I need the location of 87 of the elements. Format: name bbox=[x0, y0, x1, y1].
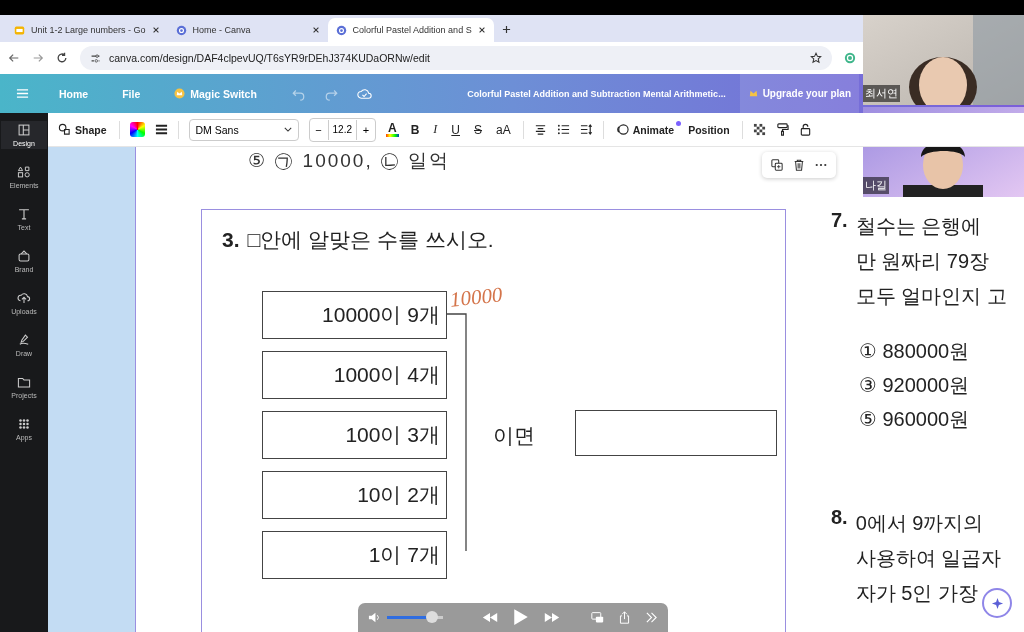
sparkle-icon bbox=[990, 596, 1004, 610]
caret-icon bbox=[283, 127, 292, 132]
elements-icon bbox=[17, 165, 31, 179]
notification-dot bbox=[676, 121, 682, 126]
fast-forward-icon[interactable] bbox=[543, 610, 561, 624]
increase-size-button[interactable]: + bbox=[357, 123, 375, 136]
align-icon[interactable] bbox=[533, 123, 547, 136]
crown-icon bbox=[174, 88, 186, 99]
address-bar[interactable]: canva.com/design/DAF4clpevUQ/T6sYR9rDEhJ374KUDaORNw/edit bbox=[80, 46, 832, 70]
bullet-list-icon[interactable] bbox=[556, 123, 570, 136]
site-settings-icon[interactable] bbox=[90, 52, 101, 64]
question-text: 모두 얼마인지 고 bbox=[855, 284, 1007, 309]
paint-roller-icon[interactable] bbox=[775, 123, 789, 136]
apps-icon bbox=[17, 417, 31, 431]
shape-icon bbox=[58, 123, 71, 136]
browser-tab[interactable]: Home - Canva bbox=[167, 18, 328, 42]
answer-option: ⑤ 960000원 bbox=[859, 402, 970, 436]
forward-icon[interactable] bbox=[32, 52, 44, 64]
close-icon[interactable] bbox=[151, 26, 160, 34]
animate-button[interactable]: Animate bbox=[613, 121, 677, 138]
font-dropdown[interactable]: DM Sans bbox=[188, 118, 299, 141]
question-text: 0에서 9까지의 bbox=[855, 511, 984, 536]
cloud-check-icon[interactable] bbox=[356, 86, 372, 101]
design-icon bbox=[17, 123, 31, 137]
format-button[interactable]: U bbox=[449, 122, 462, 137]
number-box: 1이 7개 bbox=[262, 531, 447, 579]
participant-name: 나길 bbox=[863, 177, 889, 194]
text-color-button[interactable]: A bbox=[386, 122, 399, 137]
font-size-field[interactable]: 12.2 bbox=[327, 119, 357, 140]
color-swatch[interactable] bbox=[129, 122, 145, 137]
share-icon[interactable] bbox=[618, 610, 631, 624]
question-number: 7. bbox=[831, 209, 848, 233]
question-number: 3. bbox=[222, 228, 240, 252]
question-number: 8. bbox=[831, 506, 848, 530]
format-button[interactable]: I bbox=[431, 122, 440, 137]
projects-icon bbox=[17, 375, 31, 389]
question-text: 사용하여 일곱자 bbox=[855, 546, 1002, 571]
more-chevrons-icon[interactable] bbox=[645, 610, 658, 624]
new-tab-icon[interactable] bbox=[501, 25, 511, 34]
crown-icon bbox=[747, 88, 759, 99]
shape-button[interactable]: Shape bbox=[56, 121, 109, 138]
question-text: 자가 5인 가장 bbox=[855, 581, 978, 606]
participant-name: 최서연 bbox=[863, 85, 900, 102]
close-icon[interactable] bbox=[311, 26, 320, 34]
back-icon[interactable] bbox=[8, 52, 20, 64]
format-button[interactable]: S bbox=[472, 122, 484, 137]
answer-box[interactable] bbox=[575, 410, 777, 456]
number-box: 1000이 4개 bbox=[262, 351, 447, 399]
text-icon bbox=[17, 207, 31, 221]
decrease-size-button[interactable]: − bbox=[309, 123, 328, 136]
draw-icon bbox=[17, 333, 31, 347]
number-box: 100이 3개 bbox=[262, 411, 447, 459]
browser-tab[interactable]: Unit 1-2 Large numbers - Go bbox=[6, 18, 168, 42]
magic-assistant-button[interactable] bbox=[982, 588, 1012, 618]
border-style-icon[interactable] bbox=[154, 123, 168, 136]
close-icon[interactable] bbox=[477, 26, 486, 34]
lock-icon[interactable] bbox=[798, 123, 812, 136]
format-button[interactable]: B bbox=[408, 122, 422, 137]
trash-icon[interactable] bbox=[793, 159, 805, 171]
transparency-icon[interactable] bbox=[752, 123, 766, 136]
bookmark-star-icon[interactable] bbox=[810, 52, 822, 64]
brand-icon bbox=[17, 249, 31, 263]
answer-option: ③ 920000원 bbox=[859, 368, 970, 402]
question-text: □안에 알맞은 수를 쓰시오. bbox=[247, 227, 494, 253]
position-button[interactable]: Position bbox=[686, 121, 732, 138]
format-button[interactable]: aA bbox=[494, 122, 513, 137]
canva-logo-icon bbox=[175, 24, 187, 36]
extension-icon[interactable] bbox=[844, 52, 856, 64]
spacing-icon[interactable] bbox=[579, 123, 593, 136]
canva-logo-icon bbox=[335, 24, 347, 36]
reload-icon[interactable] bbox=[56, 52, 68, 64]
duplicate-icon[interactable] bbox=[771, 159, 783, 171]
picture-in-picture-icon[interactable] bbox=[591, 610, 604, 624]
slides-icon bbox=[14, 24, 25, 36]
rewind-icon[interactable] bbox=[481, 610, 499, 624]
question-text: 철수는 은행에 bbox=[855, 214, 982, 239]
answer-choice-text: ⑤ ㉠ 10000, ㉡ 일억 bbox=[247, 149, 451, 173]
condition-text: 이면 bbox=[493, 423, 535, 449]
number-box: 10이 2개 bbox=[262, 471, 447, 519]
number-box: 10000이 9개 bbox=[262, 291, 447, 339]
play-icon[interactable] bbox=[513, 608, 529, 626]
answer-option: ① 880000원 bbox=[859, 334, 970, 368]
uploads-icon bbox=[17, 291, 31, 305]
handwritten-note: 10000 bbox=[448, 282, 504, 313]
question-text: 만 원짜리 79장 bbox=[855, 249, 990, 274]
animate-icon bbox=[615, 123, 629, 136]
browser-tab[interactable]: Colorful Pastel Addition and S bbox=[327, 18, 494, 42]
